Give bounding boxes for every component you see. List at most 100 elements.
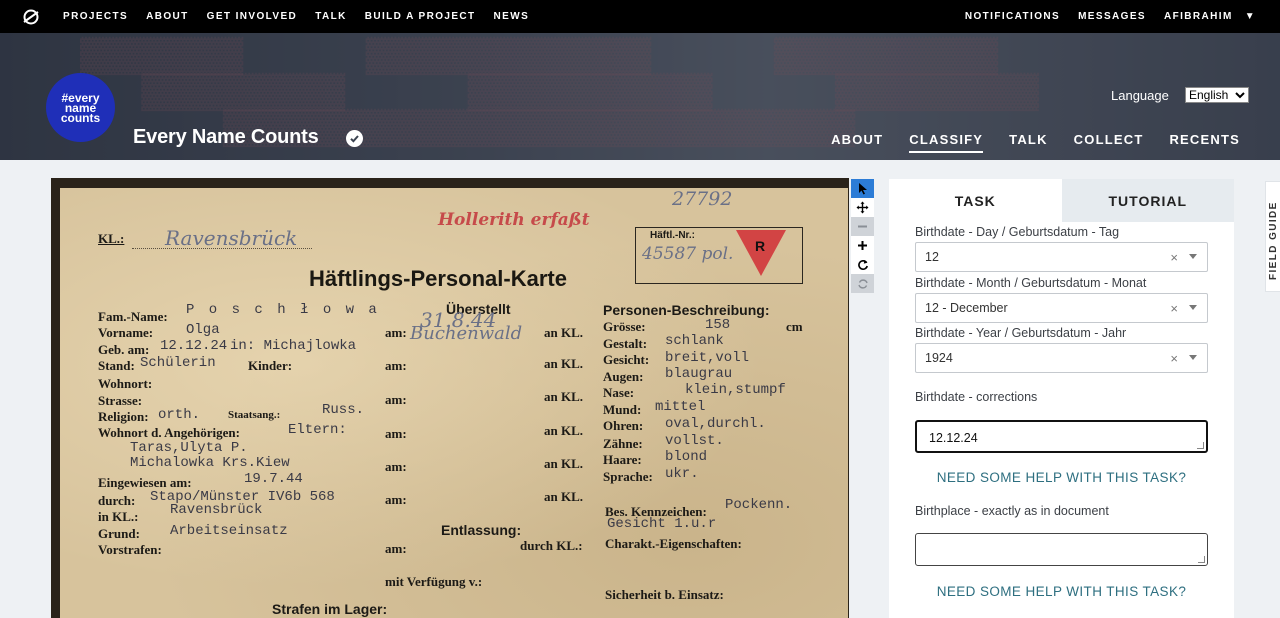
nav-get-involved[interactable]: GET INVOLVED (198, 11, 307, 22)
caret-down-icon[interactable] (1189, 254, 1197, 259)
value-in-kl: Ravensbrück (170, 502, 263, 518)
label-sprache: Sprache: (603, 469, 653, 484)
value-ohren: oval,durchl. (665, 416, 766, 432)
project-nav-talk[interactable]: TALK (1009, 132, 1048, 153)
nav-talk[interactable]: TALK (306, 11, 356, 22)
subject-viewer[interactable]: Hollerith erfaßt 27792 Häftl.-Nr.: 45587… (51, 178, 849, 618)
value-angehoerige-names: Taras,Ulyta P. (130, 440, 248, 456)
value-sprache: ukr. (665, 466, 699, 482)
resize-grip-icon[interactable] (1197, 442, 1204, 449)
hollerith-stamp: Hollerith erfaßt (438, 210, 590, 230)
reset-icon[interactable] (851, 274, 874, 293)
label-am-6: am: (385, 492, 407, 507)
clear-icon[interactable]: × (1170, 301, 1178, 316)
label-staatsang: Staatsang.: (228, 409, 281, 421)
zoom-out-icon[interactable] (851, 217, 874, 236)
label-mund: Mund: (603, 402, 642, 417)
project-avatar[interactable]: #every name counts (46, 73, 115, 142)
image-toolbar (851, 179, 874, 293)
label-groesse: Grösse: (603, 319, 646, 334)
label-sicherheit: Sicherheit b. Einsatz: (605, 587, 724, 602)
project-nav-recents[interactable]: RECENTS (1169, 132, 1240, 153)
label-haare: Haare: (603, 452, 642, 467)
value-grund: Arbeitseinsatz (170, 523, 288, 539)
project-nav-collect[interactable]: COLLECT (1074, 132, 1144, 153)
value-fam-name: P o s c h ł o w a (186, 302, 380, 318)
nav-news[interactable]: NEWS (485, 11, 539, 22)
help-link-birthdate[interactable]: NEED SOME HELP WITH THIS TASK? (915, 470, 1208, 485)
project-nav-classify[interactable]: CLASSIFY (909, 132, 984, 153)
rotate-icon[interactable] (851, 255, 874, 274)
label-an-kl-1: an KL. (544, 325, 584, 340)
value-angehoerige: Eltern: (288, 422, 347, 438)
project-title[interactable]: Every Name Counts (133, 126, 319, 149)
label-an-kl-6: an KL. (544, 489, 584, 504)
user-name: AFIBRAHIM (1163, 11, 1233, 22)
caret-down-icon[interactable] (1189, 355, 1197, 360)
label-durch: durch: (98, 493, 136, 508)
label-an-kl-5: an KL. (544, 456, 584, 471)
label-durch-kl: durch KL.: (520, 538, 583, 553)
resize-grip-icon[interactable] (1198, 556, 1205, 563)
label-in-kl: in KL.: (98, 509, 139, 524)
nav-messages[interactable]: MESSAGES (1069, 11, 1155, 22)
label-kinder: Kinder: (248, 358, 293, 373)
value-bes-kennzeichen: Pockenn. (725, 497, 793, 513)
tab-task[interactable]: TASK (889, 179, 1062, 222)
language-label: Language (1111, 88, 1169, 103)
language-value: English (1189, 88, 1229, 102)
birthdate-day-value: 12 (925, 250, 939, 264)
birthplace-input[interactable] (915, 533, 1208, 566)
label-an-kl-4: an KL. (544, 423, 584, 438)
kl-line (132, 248, 312, 249)
verified-check-icon (346, 130, 363, 147)
pointer-icon[interactable] (851, 179, 874, 198)
label-charakt: Charakt.-Eigenschaften: (605, 536, 742, 551)
language-select[interactable]: English (1185, 87, 1249, 103)
clear-icon[interactable]: × (1170, 351, 1178, 366)
tab-tutorial[interactable]: TUTORIAL (1061, 179, 1234, 222)
nav-build-a-project[interactable]: BUILD A PROJECT (356, 11, 485, 22)
project-nav-about[interactable]: ABOUT (831, 132, 883, 153)
nav-projects[interactable]: PROJECTS (54, 11, 137, 22)
label-angehoerigen: Wohnort d. Angehörigen: (98, 425, 240, 440)
logo-line-3: counts (60, 110, 101, 125)
birthdate-corrections-input[interactable]: 12.12.24 (915, 420, 1208, 453)
label-strasse: Strasse: (98, 393, 143, 408)
field-guide-label: FIELD GUIDE (1268, 201, 1279, 280)
label-am-1: am: (385, 325, 407, 340)
value-bes-kennzeichen-2: Gesicht 1.u.r (607, 516, 717, 532)
clear-icon[interactable]: × (1170, 250, 1178, 265)
value-gestalt: schlank (665, 333, 724, 349)
label-vorname: Vorname: (98, 325, 154, 340)
value-zaehne: vollst. (665, 433, 724, 449)
help-link-birthplace[interactable]: NEED SOME HELP WITH THIS TASK? (915, 584, 1208, 599)
value-angehoerige-address: Michalowka Krs.Kiew (130, 455, 290, 471)
birthdate-day-label: Birthdate - Day / Geburtsdatum - Tag (915, 225, 1120, 239)
birthdate-year-select[interactable]: 1924 × (915, 343, 1208, 373)
card-title: Häftlings-Personal-Karte (309, 266, 567, 291)
zoom-in-icon[interactable] (851, 236, 874, 255)
project-header: ▓▓▓▓▓▓▓▓ ▓▓▓▓▓▓▓▓▓▓▓▓▓▓ ▓▓▓▓▓▓▓▓▓▓▓ ▓▓▓▓… (0, 33, 1280, 160)
label-am-3: am: (385, 392, 407, 407)
value-uberstellt-kl: Buchenwald (410, 323, 523, 344)
zooniverse-logo-icon[interactable] (16, 8, 46, 26)
haftl-nr-label: Häftl.-Nr.: (650, 230, 695, 241)
label-am-2: am: (385, 358, 407, 373)
nav-about[interactable]: ABOUT (137, 11, 198, 22)
value-geb-in: in: Michajlowka (230, 338, 357, 354)
nav-notifications[interactable]: NOTIFICATIONS (956, 11, 1069, 22)
chevron-down-icon (1235, 91, 1245, 98)
prisoner-card-image: Hollerith erfaßt 27792 Häftl.-Nr.: 45587… (60, 188, 848, 618)
haftl-nr-value: 45587 pol. (642, 244, 734, 264)
field-guide-tab[interactable]: FIELD GUIDE (1265, 181, 1280, 292)
value-gesicht: breit,voll (665, 350, 750, 366)
site-navbar: PROJECTS ABOUT GET INVOLVED TALK BUILD A… (0, 0, 1280, 33)
birthdate-month-select[interactable]: 12 - December × (915, 293, 1208, 323)
caret-down-icon[interactable] (1189, 305, 1197, 310)
birthdate-day-select[interactable]: 12 × (915, 242, 1208, 272)
label-grund: Grund: (98, 526, 140, 541)
move-icon[interactable] (851, 198, 874, 217)
card-number-handwritten: 27792 (672, 188, 733, 210)
user-menu[interactable]: AFIBRAHIM ▼ (1155, 11, 1274, 22)
